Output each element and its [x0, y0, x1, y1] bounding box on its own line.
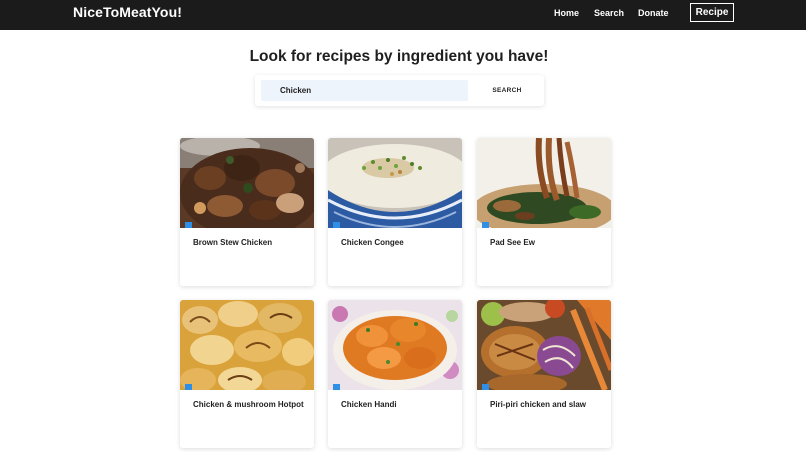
recipe-title: Brown Stew Chicken: [193, 238, 273, 247]
recipe-image: [477, 300, 611, 390]
recipe-image: [328, 138, 462, 228]
nav-link-home[interactable]: Home: [554, 8, 579, 18]
recipe-image: [328, 300, 462, 390]
recipe-image: [180, 138, 314, 228]
recipe-title: Chicken & mushroom Hotpot: [193, 400, 304, 409]
search-bar: SEARCH: [255, 75, 544, 106]
top-navbar: NiceToMeatYou! Home Search Donate Recipe: [0, 0, 806, 30]
recipe-card-piri-piri-chicken-and-slaw[interactable]: Piri-piri chicken and slaw: [477, 300, 611, 448]
recipe-card-chicken-mushroom-hotpot[interactable]: Chicken & mushroom Hotpot: [180, 300, 314, 448]
recipe-title: Piri-piri chicken and slaw: [490, 400, 587, 409]
recipe-button[interactable]: Recipe: [690, 3, 734, 22]
recipe-title: Pad See Ew: [490, 238, 535, 247]
image-marker-icon: [482, 222, 489, 228]
image-marker-icon: [333, 384, 340, 390]
recipe-card-chicken-handi[interactable]: Chicken Handi: [328, 300, 462, 448]
nav-link-search[interactable]: Search: [594, 8, 624, 18]
nav-link-donate[interactable]: Donate: [638, 8, 669, 18]
recipe-card-chicken-congee[interactable]: Chicken Congee: [328, 138, 462, 286]
brand-logo[interactable]: NiceToMeatYou!: [73, 4, 182, 20]
image-marker-icon: [185, 222, 192, 228]
recipe-title: Chicken Congee: [341, 238, 404, 247]
recipe-card-brown-stew-chicken[interactable]: Brown Stew Chicken: [180, 138, 314, 286]
recipe-card-pad-see-ew[interactable]: Pad See Ew: [477, 138, 611, 286]
image-marker-icon: [333, 222, 340, 228]
recipe-image: [477, 138, 611, 228]
page-title: Look for recipes by ingredient you have!: [249, 48, 549, 65]
recipe-title: Chicken Handi: [341, 400, 397, 409]
image-marker-icon: [185, 384, 192, 390]
recipe-image: [180, 300, 314, 390]
search-button[interactable]: SEARCH: [475, 80, 539, 101]
search-input[interactable]: [261, 80, 468, 101]
image-marker-icon: [482, 384, 489, 390]
